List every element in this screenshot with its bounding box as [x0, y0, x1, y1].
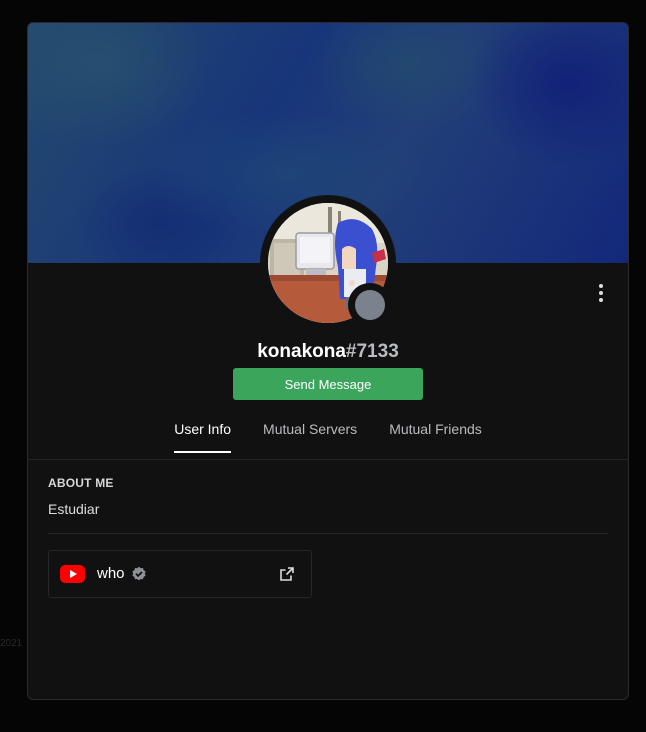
more-vertical-icon: [599, 284, 603, 288]
external-link-icon[interactable]: [279, 566, 295, 582]
profile-username: konakona#7133: [28, 341, 628, 363]
tab-mutual-friends[interactable]: Mutual Friends: [389, 421, 482, 453]
verified-icon: [132, 566, 146, 581]
background-year-text: 2021: [0, 638, 23, 649]
profile-tabs: User Info Mutual Servers Mutual Friends: [28, 421, 628, 453]
user-profile-modal: konakona#7133 Send Message User Info Mut…: [27, 22, 629, 700]
more-options-button[interactable]: [591, 281, 611, 305]
discriminator-text: #7133: [345, 341, 399, 362]
tab-user-info[interactable]: User Info: [174, 421, 231, 453]
youtube-icon: [60, 565, 85, 583]
avatar-wrapper: [260, 195, 396, 331]
tabs-divider: [28, 459, 628, 460]
username-text: konakona: [257, 341, 346, 362]
section-divider: [48, 533, 608, 534]
offline-status-icon: [355, 290, 385, 320]
about-me-heading: ABOUT ME: [48, 476, 114, 490]
connection-youtube: who: [48, 550, 312, 598]
send-message-button[interactable]: Send Message: [233, 368, 423, 400]
connection-name: who: [97, 565, 125, 582]
about-me-text: Estudiar: [48, 501, 100, 517]
status-indicator-ring: [348, 283, 392, 327]
tab-mutual-servers[interactable]: Mutual Servers: [263, 421, 357, 453]
